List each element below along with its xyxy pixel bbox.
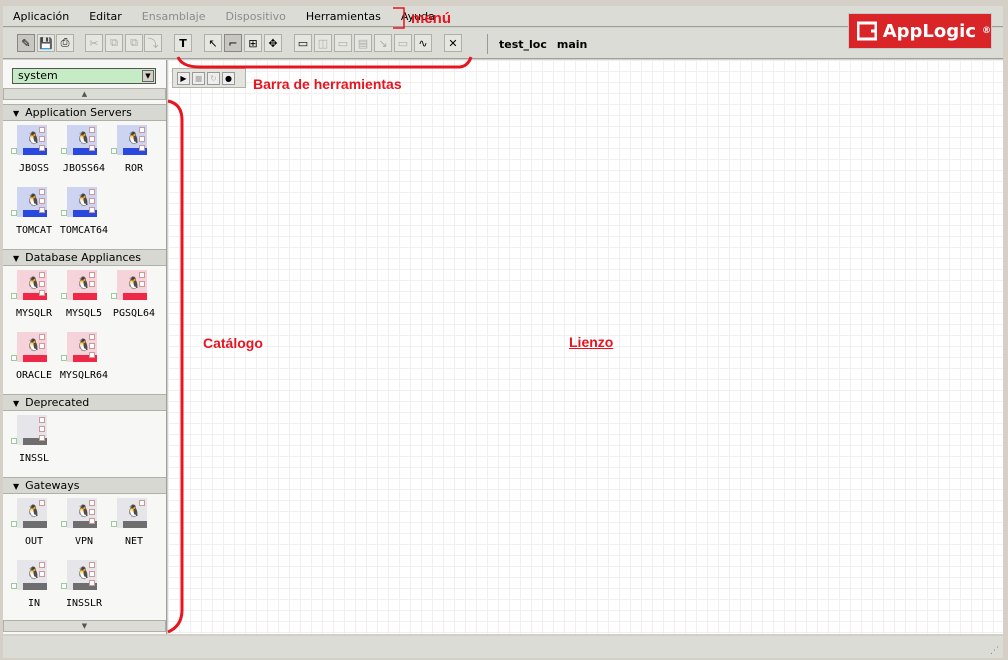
annotation-canvas: Lienzo [569, 334, 614, 350]
annotation-catalog: Catálogo [203, 335, 263, 351]
annotation-menu: menú [411, 10, 452, 27]
annotation-toolbar: Barra de herramientas [253, 76, 402, 92]
annotation-lines [167, 7, 473, 634]
